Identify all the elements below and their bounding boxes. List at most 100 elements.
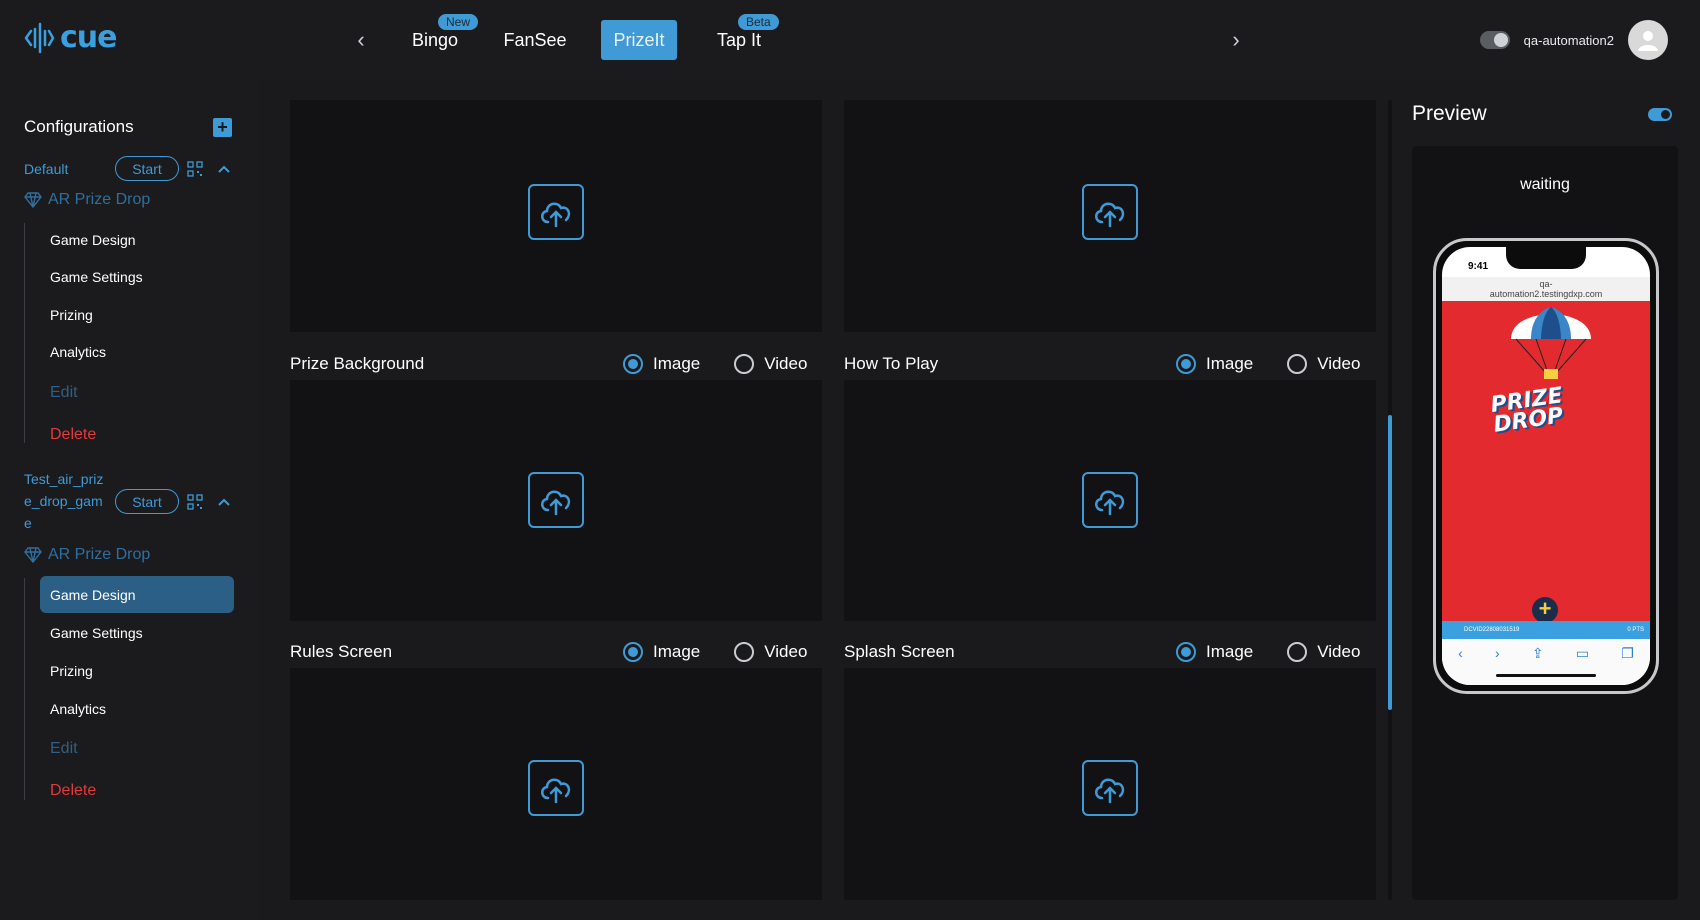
sidebar-item-game-settings[interactable]: Game Settings xyxy=(40,258,234,295)
preview-status: waiting xyxy=(1520,176,1570,193)
sidebar-item-game-settings[interactable]: Game Settings xyxy=(40,614,234,651)
phone-screen: 9:41 qa- automation2.testingdxp.com PRIZ… xyxy=(1442,247,1650,685)
avatar[interactable] xyxy=(1628,20,1668,60)
upload-button[interactable] xyxy=(528,184,584,240)
cloud-upload-icon xyxy=(541,778,571,804)
upload-button[interactable] xyxy=(1082,184,1138,240)
game-type-label: AR Prize Drop xyxy=(24,191,150,209)
video-radio[interactable]: Video xyxy=(1287,642,1360,662)
how-to-play-label: How To Play xyxy=(844,354,939,373)
preview-title: Preview xyxy=(1412,102,1487,125)
video-radio[interactable]: Video xyxy=(734,642,807,662)
sidebar-item-edit[interactable]: Edit xyxy=(40,374,234,411)
video-radio[interactable]: Video xyxy=(1287,354,1360,374)
tab-label: Bingo xyxy=(411,29,459,50)
tab-label: Tap It xyxy=(716,29,762,50)
add-configuration-button[interactable]: + xyxy=(213,118,232,137)
back-icon[interactable]: ‹ xyxy=(1458,645,1463,685)
footer-points: 0 PTS xyxy=(1627,627,1644,633)
nav-next-button[interactable]: › xyxy=(1224,27,1248,52)
prize-drop-logo: PRIZE DROP xyxy=(1489,383,1565,438)
sidebar-item-delete[interactable]: Delete xyxy=(40,416,234,453)
sidebar-item-game-design[interactable]: Game Design xyxy=(40,576,234,613)
bookmarks-icon[interactable]: ▭ xyxy=(1576,645,1589,685)
chevron-up-icon[interactable] xyxy=(216,494,232,510)
radio-selected-icon xyxy=(623,354,643,374)
sidebar-item-delete[interactable]: Delete xyxy=(40,772,234,809)
start-button[interactable]: Start xyxy=(115,156,179,181)
preview-toggle[interactable] xyxy=(1648,108,1672,121)
add-button[interactable]: + xyxy=(1532,597,1558,623)
config-name[interactable]: Test_air_priz e_drop_gam e xyxy=(24,468,103,534)
tab-bingo[interactable]: New Bingo xyxy=(410,14,479,60)
browser-url-bar: qa- automation2.testingdxp.com xyxy=(1442,277,1650,301)
radio-unselected-icon xyxy=(1287,354,1308,374)
image-radio[interactable]: Image xyxy=(1176,354,1253,374)
sidebar-item-prizing[interactable]: Prizing xyxy=(40,652,234,689)
chevron-up-icon[interactable] xyxy=(216,161,232,177)
image-radio[interactable]: Image xyxy=(623,354,700,374)
image-radio[interactable]: Image xyxy=(1176,642,1253,662)
diamond-icon xyxy=(24,547,42,563)
footer-code: DCVID22808031519 xyxy=(1464,627,1520,633)
rules-screen-label: Rules Screen xyxy=(290,642,393,661)
user-area: qa-automation2 xyxy=(1479,20,1668,60)
nav-prev-button[interactable]: ‹ xyxy=(349,27,373,52)
cue-logo[interactable]: cue xyxy=(22,20,117,55)
sidebar-item-prizing[interactable]: Prizing xyxy=(40,296,234,333)
parachute-icon xyxy=(1511,307,1591,379)
sidebar-item-game-design[interactable]: Game Design xyxy=(40,221,234,258)
radio-unselected-icon xyxy=(734,354,755,374)
qr-code-icon[interactable] xyxy=(187,161,203,177)
radio-unselected-icon xyxy=(1287,642,1308,662)
configurations-title: Configurations xyxy=(24,117,134,136)
sidebar-item-analytics[interactable]: Analytics xyxy=(40,690,234,727)
upload-button[interactable] xyxy=(528,472,584,528)
media-upload-grid: Prize Background Image Video How To Play… xyxy=(278,100,1388,900)
tree-line xyxy=(24,578,25,800)
rules-screen-upload-panel[interactable] xyxy=(290,668,822,900)
sidebar-item-analytics[interactable]: Analytics xyxy=(40,333,234,370)
upload-button[interactable] xyxy=(1082,472,1138,528)
tab-fansee[interactable]: FanSee xyxy=(503,20,567,60)
image-radio[interactable]: Image xyxy=(623,642,700,662)
upload-panel[interactable] xyxy=(844,100,1376,332)
config-name[interactable]: Default xyxy=(24,158,68,180)
how-to-play-media-type: Image Video xyxy=(1176,354,1384,374)
upload-button[interactable] xyxy=(1082,760,1138,816)
splash-screen-upload-panel[interactable] xyxy=(844,668,1376,900)
soundwave-logo-icon xyxy=(24,22,55,53)
cloud-upload-icon xyxy=(1095,490,1125,516)
splash-screen-media-type: Image Video xyxy=(1176,642,1384,662)
top-bar: cue ‹ New Bingo FanSee PrizeIt Beta Tap … xyxy=(0,0,1700,80)
how-to-play-upload-panel[interactable] xyxy=(844,380,1376,621)
username: qa-automation2 xyxy=(1523,32,1614,48)
tab-label: PrizeIt xyxy=(613,29,665,50)
qr-code-icon[interactable] xyxy=(187,494,203,510)
home-indicator xyxy=(1496,674,1596,677)
game-type-label: AR Prize Drop xyxy=(24,546,150,564)
start-button[interactable]: Start xyxy=(115,489,179,514)
phone-mockup: 9:41 qa- automation2.testingdxp.com PRIZ… xyxy=(1433,238,1659,694)
video-radio[interactable]: Video xyxy=(734,354,807,374)
cloud-upload-icon xyxy=(1095,202,1125,228)
scrollbar-thumb[interactable] xyxy=(1388,415,1392,710)
diamond-icon xyxy=(24,192,42,208)
browser-toolbar: ‹ › ⇪ ▭ ❐ xyxy=(1442,639,1650,685)
sidebar-item-edit[interactable]: Edit xyxy=(40,730,234,767)
upload-button[interactable] xyxy=(528,760,584,816)
forward-icon[interactable]: › xyxy=(1495,645,1500,685)
prize-background-upload-panel[interactable] xyxy=(290,380,822,621)
sidebar: Configurations + Default Start AR Prize … xyxy=(0,80,258,920)
cloud-upload-icon xyxy=(541,202,571,228)
upload-panel[interactable] xyxy=(290,100,822,332)
tree-line xyxy=(24,223,25,443)
prize-background-media-type: Image Video xyxy=(623,354,831,374)
tab-prizeit[interactable]: PrizeIt xyxy=(601,20,677,60)
prize-background-label: Prize Background xyxy=(290,354,425,373)
beta-badge: Beta xyxy=(738,14,779,30)
share-icon[interactable]: ⇪ xyxy=(1532,645,1544,685)
tabs-icon[interactable]: ❐ xyxy=(1621,645,1634,685)
theme-toggle[interactable] xyxy=(1479,31,1510,49)
tab-tapit[interactable]: Beta Tap It xyxy=(712,14,779,60)
